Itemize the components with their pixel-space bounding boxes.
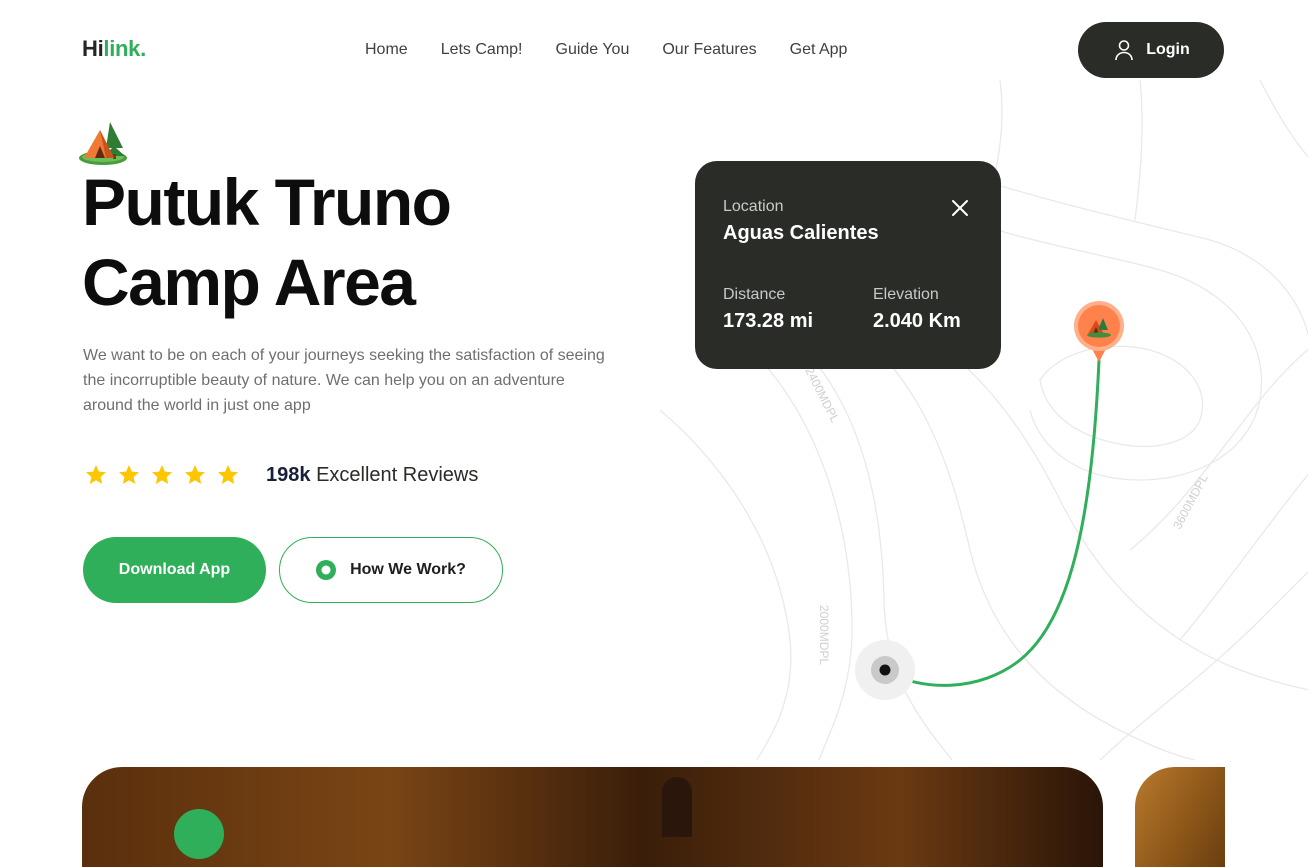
contour-label-2400: 2400MDPL (802, 365, 842, 425)
location-name: Aguas Calientes (723, 222, 879, 244)
elevation-value: 2.040 Km (873, 310, 961, 332)
star-icon (119, 465, 139, 484)
page-title-line-1: Putuk Truno (82, 165, 452, 239)
nav-item-home[interactable]: Home (365, 40, 408, 60)
reviews-text: Excellent Reviews (316, 463, 479, 486)
contour-label-2000: 2000MDPL (817, 605, 831, 665)
nav-item-get-app[interactable]: Get App (790, 40, 848, 60)
how-we-work-button[interactable]: How We Work? (279, 537, 503, 603)
location-card: Location Aguas Calientes Distance 173.28… (695, 161, 1001, 369)
distance-value: 173.28 mi (723, 310, 814, 332)
login-label: Login (1146, 41, 1190, 58)
destination-pin[interactable] (1074, 301, 1124, 362)
nav-item-guide-you[interactable]: Guide You (556, 40, 630, 60)
reviews-count: 198k (266, 463, 311, 486)
main-nav: Home Lets Camp! Guide You Our Features G… (365, 40, 847, 60)
page-title: Putuk Truno Camp Area (82, 162, 452, 322)
download-app-button[interactable]: Download App (83, 537, 266, 603)
logo[interactable]: Hilink. (82, 36, 146, 62)
star-icon (218, 465, 238, 484)
star-icon (152, 465, 172, 484)
logo-part-1: Hi (82, 36, 104, 61)
camp-photo-card-secondary[interactable] (1135, 767, 1225, 867)
close-icon[interactable] (949, 197, 971, 219)
camp-photo-card[interactable] (82, 767, 1103, 867)
contour-label-3600: 3600MDPL (1170, 472, 1211, 532)
play-icon (316, 560, 337, 580)
how-we-work-label: How We Work? (350, 561, 466, 578)
user-icon (1115, 40, 1134, 61)
photo-badge-icon (174, 809, 224, 859)
star-icon (86, 465, 106, 484)
login-button[interactable]: Login (1078, 22, 1224, 78)
elevation-label: Elevation (873, 286, 939, 303)
distance-label: Distance (723, 286, 786, 303)
page-title-line-2: Camp Area (82, 245, 416, 319)
hero-description: We want to be on each of your journeys s… (83, 347, 605, 414)
star-icon (185, 465, 205, 484)
rating-row: 198k Excellent Reviews (84, 463, 478, 487)
start-location-marker[interactable] (855, 640, 915, 700)
reviews-summary: 198k Excellent Reviews (266, 464, 478, 487)
logo-part-2: link. (103, 36, 146, 61)
nav-item-lets-camp[interactable]: Lets Camp! (441, 40, 523, 60)
star-rating (84, 463, 240, 487)
nav-item-our-features[interactable]: Our Features (662, 40, 756, 60)
route-path (883, 358, 1101, 687)
location-label: Location (723, 198, 784, 215)
camp-tent-icon (79, 122, 127, 165)
tent-silhouette (662, 777, 692, 837)
